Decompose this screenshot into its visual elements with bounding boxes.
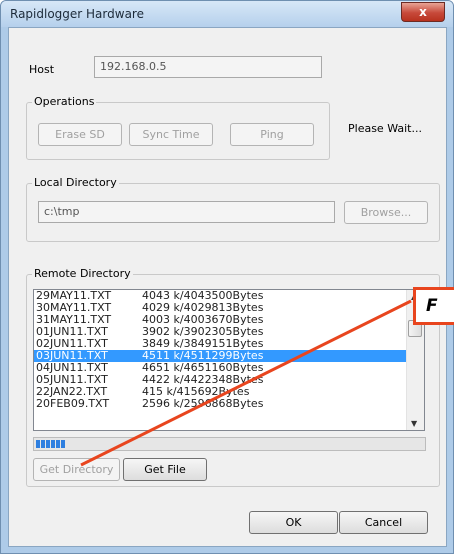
progress-segment <box>46 440 50 448</box>
get-file-button[interactable]: Get File <box>123 458 207 481</box>
operation-status-text: Please Wait... <box>348 122 422 135</box>
progress-fill <box>36 440 65 448</box>
local-directory-group-title: Local Directory <box>32 176 119 189</box>
close-button[interactable]: x <box>401 2 445 22</box>
ok-button[interactable]: OK <box>249 511 338 534</box>
get-directory-button[interactable]: Get Directory <box>33 458 120 481</box>
remote-directory-group-title: Remote Directory <box>32 267 133 280</box>
close-icon: x <box>419 5 427 19</box>
dialog-window: Rapidlogger Hardware x Host 192.168.0.5 … <box>0 0 454 554</box>
file-list-row[interactable]: 20FEB09.TXT 2596 k/2596868Bytes <box>34 398 424 410</box>
ping-button[interactable]: Ping <box>230 123 314 146</box>
file-size: 2596 k/2596868Bytes <box>142 397 264 410</box>
file-name: 20FEB09.TXT <box>36 397 110 410</box>
title-bar[interactable]: Rapidlogger Hardware x <box>1 1 453 27</box>
host-input[interactable]: 192.168.0.5 <box>94 56 322 78</box>
scroll-down-icon[interactable]: ▼ <box>411 419 417 428</box>
sync-time-button[interactable]: Sync Time <box>129 123 213 146</box>
progress-segment <box>36 440 40 448</box>
cancel-button[interactable]: Cancel <box>339 511 428 534</box>
host-label: Host <box>29 63 55 76</box>
remote-file-list[interactable]: 29MAY11.TXT 4043 k/4043500Bytes 30MAY11.TX… <box>33 289 425 431</box>
browse-button[interactable]: Browse... <box>344 201 428 224</box>
window-title: Rapidlogger Hardware <box>10 7 144 21</box>
progress-segment <box>56 440 60 448</box>
operations-group-title: Operations <box>32 95 97 108</box>
annotation-letter: F <box>426 296 438 316</box>
file-rows: 29MAY11.TXT 4043 k/4043500Bytes 30MAY11.TX… <box>34 290 424 410</box>
dialog-client-area: Host 192.168.0.5 Operations Erase SD Syn… <box>8 27 447 547</box>
download-progress-bar <box>33 437 426 451</box>
annotation-callout-box: F <box>413 287 454 325</box>
erase-sd-button[interactable]: Erase SD <box>38 123 122 146</box>
progress-segment <box>41 440 45 448</box>
progress-segment <box>51 440 55 448</box>
progress-segment <box>61 440 65 448</box>
local-directory-input[interactable]: c:\tmp <box>38 201 335 223</box>
